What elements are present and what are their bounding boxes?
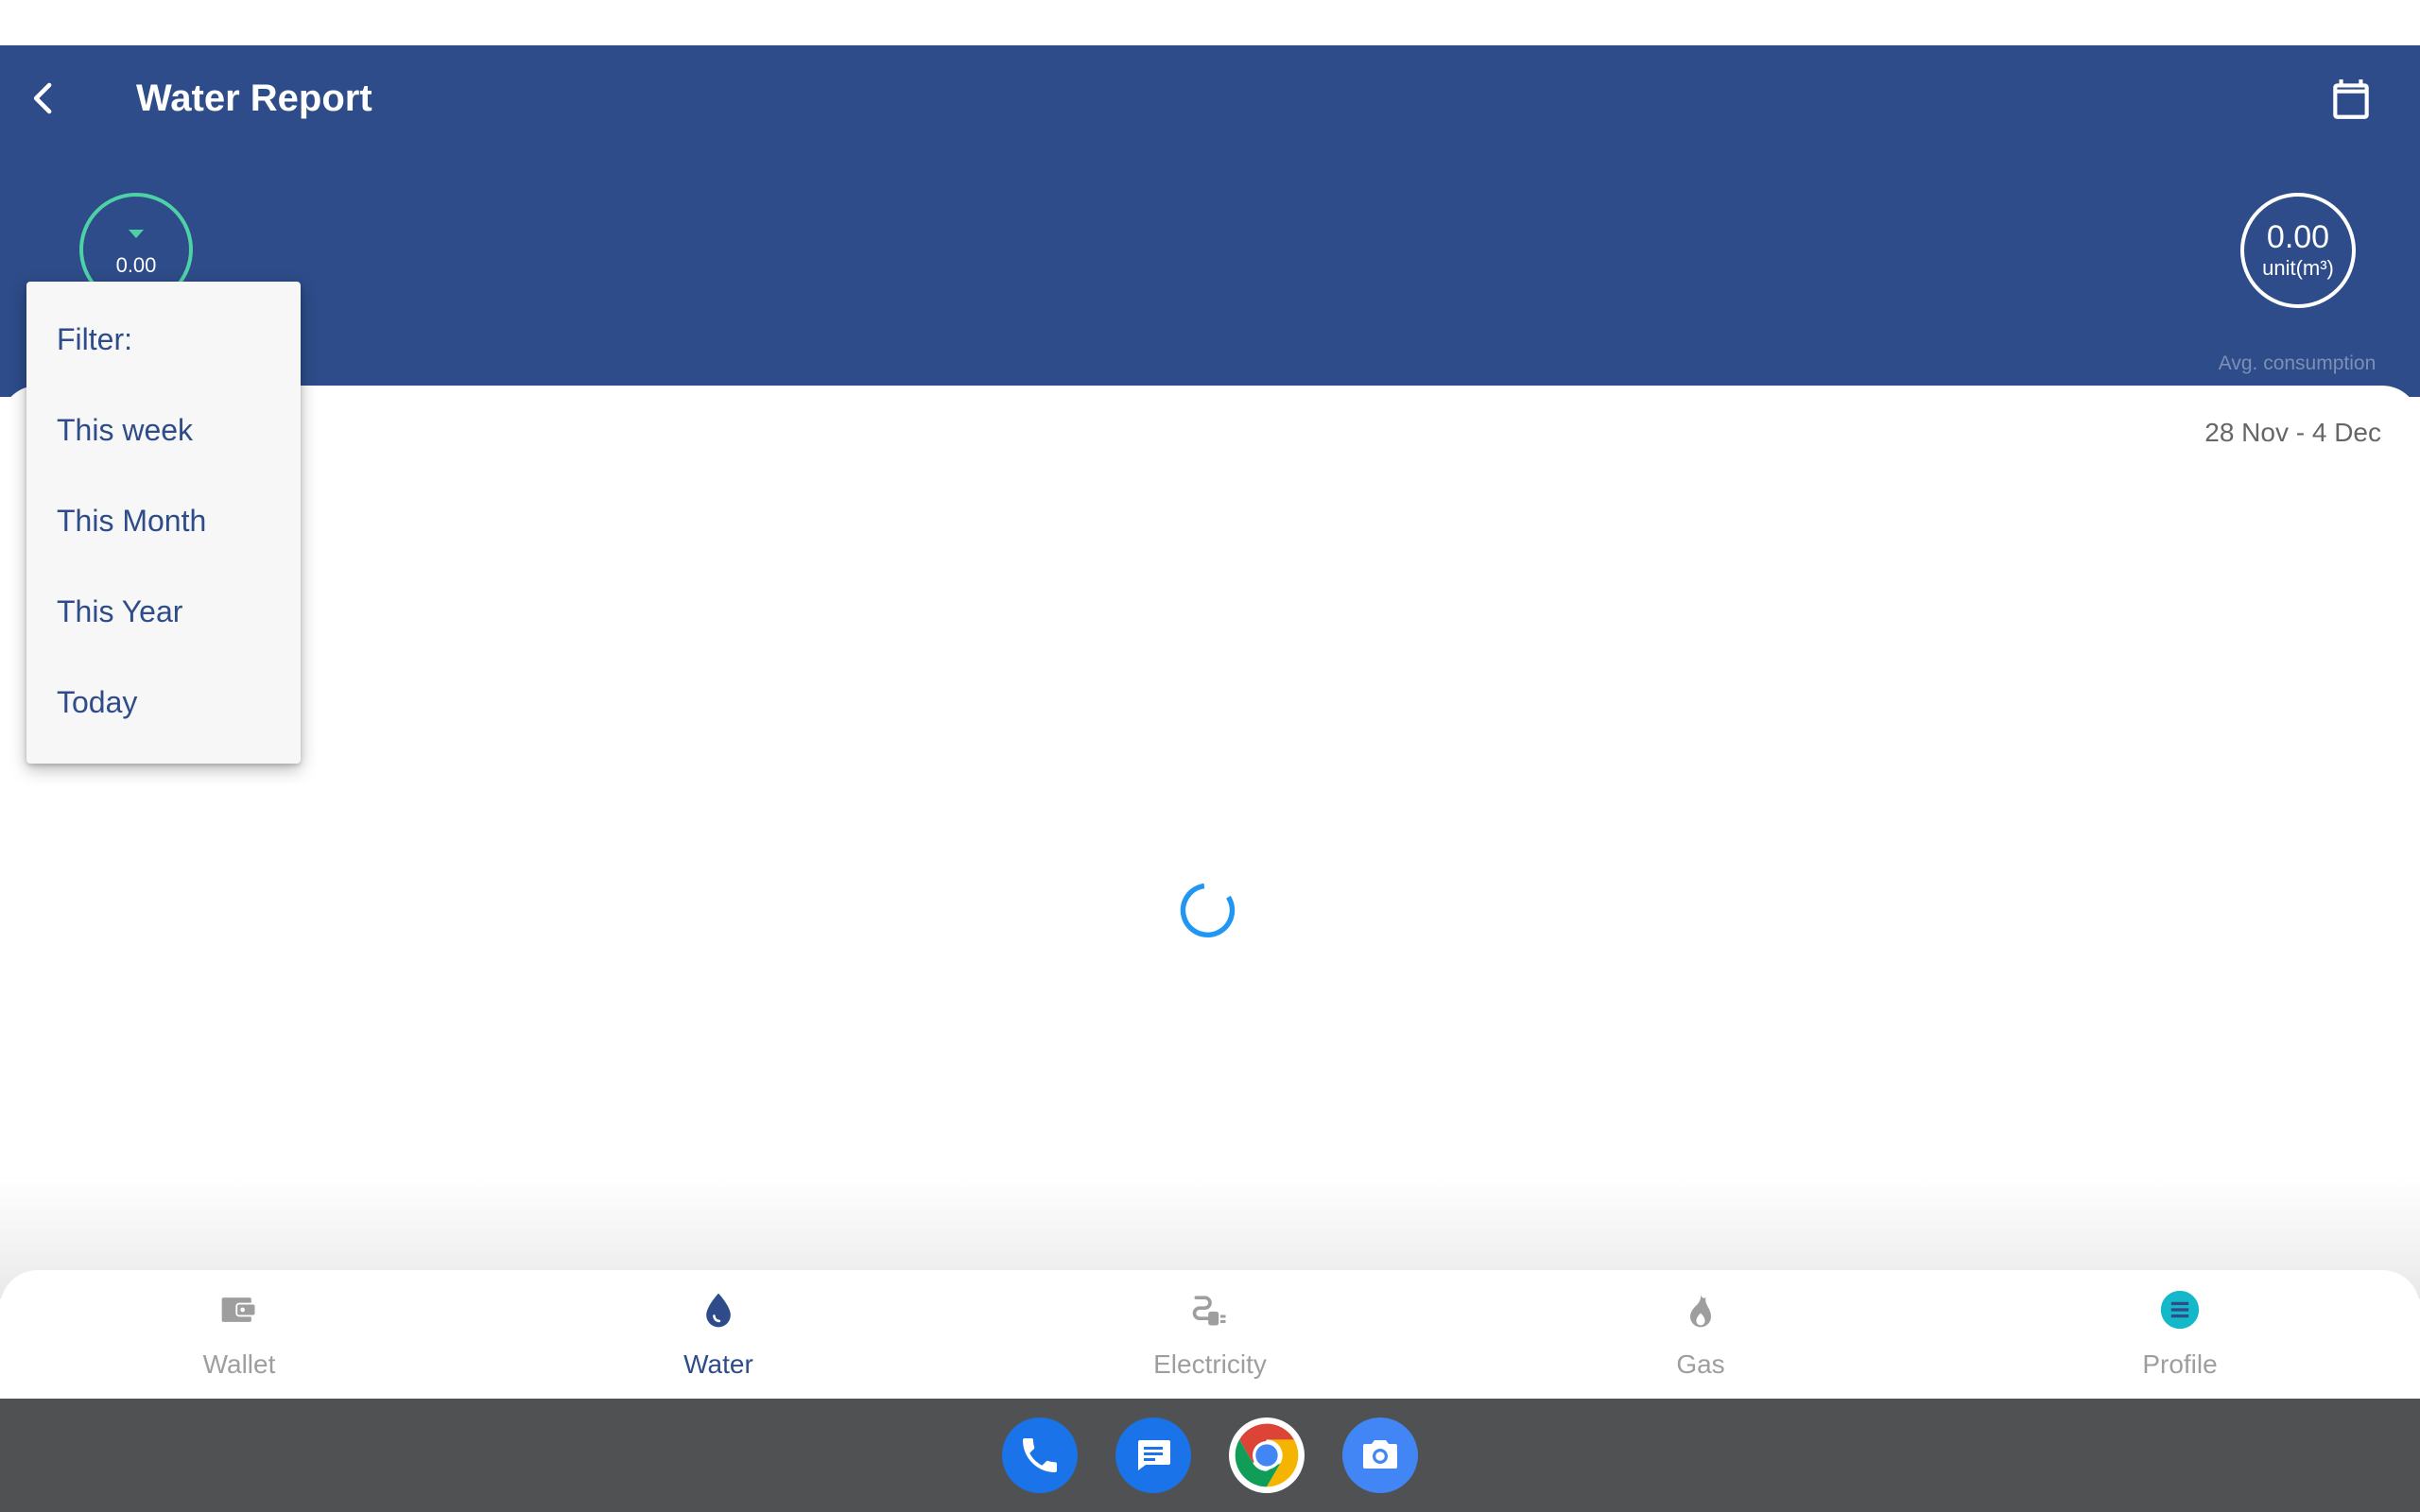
dock-app-camera[interactable] [1342,1418,1418,1493]
report-content: 28 Nov - 4 Dec [0,386,2420,1298]
water-drop-icon [706,1293,731,1328]
avg-consumption-circle: 0.00 unit(m³) [2240,193,2356,308]
dock-app-messages[interactable] [1115,1418,1191,1493]
nav-item-electricity[interactable]: Electricity [1097,1289,1323,1395]
back-button[interactable] [19,74,68,123]
filter-option-this-year[interactable]: This Year [26,582,301,673]
filter-menu-header: Filter: [57,322,132,356]
app-header: Water Report 0.00 0.00 unit(m³) Avg. con… [0,45,2420,397]
page-title: Water Report [136,77,372,119]
filter-menu: Filter: This week This Month This Year T… [26,282,301,764]
camera-icon [1363,1440,1397,1469]
date-range: 28 Nov - 4 Dec [2204,418,2381,447]
nav-label-gas: Gas [1676,1349,1725,1379]
menu-icon [2160,1290,2200,1330]
nav-label-electricity: Electricity [1153,1349,1267,1379]
usage-value: 0.00 [115,252,157,277]
calendar-button[interactable] [2325,74,2377,125]
dock-app-phone[interactable] [1002,1418,1078,1493]
back-arrow-icon [33,82,52,114]
messages-icon [1138,1440,1170,1470]
avg-consumption-value: 0.00 [2266,219,2330,255]
bottom-navigation: Wallet Water Electricity Gas Profile [0,1270,2420,1399]
wallet-icon [221,1297,255,1322]
nav-item-gas[interactable]: Gas [1587,1289,1814,1395]
dock-app-chrome[interactable] [1229,1418,1305,1493]
nav-item-profile[interactable]: Profile [2066,1289,2293,1395]
filter-option-this-week[interactable]: This week [26,401,301,491]
nav-label-water: Water [683,1349,753,1379]
avg-consumption-label: Avg. consumption [2218,352,2377,374]
phone-icon [1023,1438,1057,1472]
nav-item-wallet[interactable]: Wallet [126,1289,353,1395]
caret-down-icon [129,229,144,238]
plug-icon [1192,1296,1226,1326]
chrome-icon [1235,1423,1299,1487]
filter-option-today[interactable]: Today [26,673,301,764]
nav-label-wallet: Wallet [202,1349,276,1379]
filter-option-this-month[interactable]: This Month [26,491,301,582]
nav-item-water[interactable]: Water [605,1289,832,1395]
system-dock [0,1399,2420,1512]
avg-consumption-unit: unit(m³) [2262,256,2334,280]
status-bar [0,0,2420,45]
flame-icon [1690,1292,1711,1328]
nav-label-profile: Profile [2142,1349,2218,1379]
calendar-icon [2333,79,2369,119]
loading-spinner-icon [1180,883,1236,937]
